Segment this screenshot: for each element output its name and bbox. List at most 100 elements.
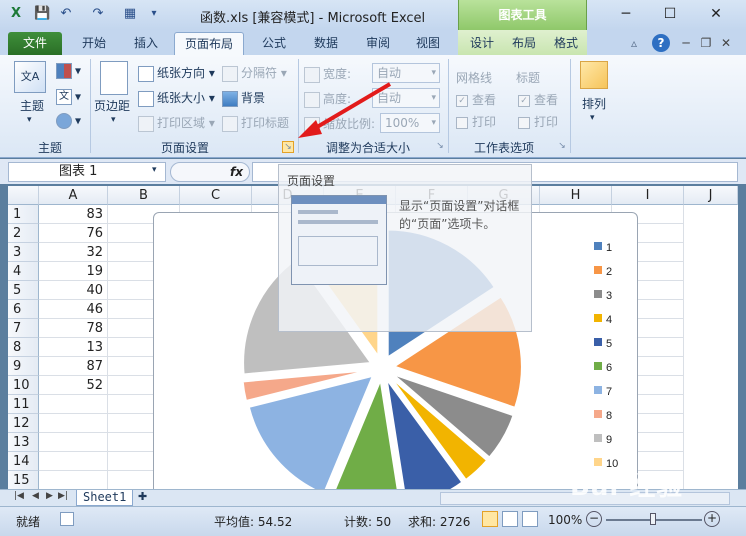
row-header[interactable]: 5: [8, 281, 39, 300]
gridlines-print-checkbox[interactable]: 打印: [456, 113, 496, 130]
tab-formulas[interactable]: 公式: [252, 32, 296, 55]
undo-icon[interactable]: ↶: [58, 6, 74, 22]
customize-qat-icon[interactable]: ▾: [146, 6, 162, 22]
zoom-out-icon[interactable]: −: [586, 511, 602, 527]
cell-a[interactable]: 76: [39, 224, 108, 243]
zoom-level[interactable]: 100%: [548, 513, 582, 527]
column-header[interactable]: B: [108, 186, 180, 205]
macro-record-icon[interactable]: [60, 512, 74, 526]
row-header[interactable]: 4: [8, 262, 39, 281]
background-button[interactable]: 背景: [222, 89, 265, 107]
sheet-nav-next-icon[interactable]: ▶: [46, 491, 53, 501]
cell-a[interactable]: 52: [39, 376, 108, 395]
sheet-options-launcher-icon[interactable]: ↘: [556, 141, 568, 153]
column-header[interactable]: I: [612, 186, 684, 205]
insert-sheet-icon[interactable]: ✚: [138, 490, 147, 503]
column-header[interactable]: J: [684, 186, 738, 205]
themes-icon[interactable]: 文A: [14, 61, 46, 93]
insert-function-button[interactable]: fx: [170, 162, 250, 182]
orientation-button[interactable]: 纸张方向 ▾: [138, 64, 215, 82]
name-box-dropdown-icon[interactable]: ▾: [152, 165, 157, 175]
column-header[interactable]: H: [540, 186, 612, 205]
cell-a[interactable]: 78: [39, 319, 108, 338]
minimize-button[interactable]: ─: [612, 3, 640, 25]
calculator-icon[interactable]: ▦: [122, 6, 138, 22]
redo-icon[interactable]: ↷: [90, 6, 106, 22]
cell-a[interactable]: 46: [39, 300, 108, 319]
zoom-in-icon[interactable]: +: [704, 511, 720, 527]
row-header[interactable]: 11: [8, 395, 39, 414]
headings-view-checkbox[interactable]: ✓ 查看: [518, 91, 558, 108]
window-restore-icon[interactable]: ❐: [698, 32, 714, 55]
cell-a[interactable]: [39, 452, 108, 471]
cell-a[interactable]: [39, 395, 108, 414]
arrange-button[interactable]: 排列: [582, 95, 606, 112]
column-header[interactable]: C: [180, 186, 252, 205]
theme-effects-icon[interactable]: ▾: [56, 113, 81, 129]
row-header[interactable]: 9: [8, 357, 39, 376]
tab-home[interactable]: 开始: [72, 32, 116, 55]
sheet-tab[interactable]: Sheet1: [76, 490, 134, 506]
cell-a[interactable]: 40: [39, 281, 108, 300]
close-button[interactable]: ✕: [702, 3, 730, 25]
name-box[interactable]: 图表 1: [8, 162, 166, 182]
sheet-nav-prev-icon[interactable]: ◀: [32, 491, 39, 501]
window-minimize-icon[interactable]: ─: [678, 32, 694, 55]
row-header[interactable]: 14: [8, 452, 39, 471]
sheet-nav-last-icon[interactable]: ▶|: [58, 491, 68, 501]
row-header[interactable]: 15: [8, 471, 39, 489]
help-icon[interactable]: ?: [652, 34, 670, 52]
row-header[interactable]: 8: [8, 338, 39, 357]
tab-data[interactable]: 数据: [304, 32, 348, 55]
row-header[interactable]: 10: [8, 376, 39, 395]
page-layout-view-icon[interactable]: [502, 511, 518, 527]
maximize-button[interactable]: ☐: [656, 3, 684, 25]
tab-design[interactable]: 设计: [462, 32, 502, 55]
page-break-view-icon[interactable]: [522, 511, 538, 527]
cell-a[interactable]: 87: [39, 357, 108, 376]
save-icon[interactable]: 💾: [34, 6, 50, 22]
theme-colors-icon[interactable]: ▾: [56, 63, 81, 79]
ribbon-collapse-icon[interactable]: ▵: [626, 32, 642, 55]
zoom-slider-thumb[interactable]: [650, 513, 656, 525]
row-header[interactable]: 7: [8, 319, 39, 338]
chart-tools-header: 图表工具: [458, 0, 587, 30]
themes-button[interactable]: 主题: [20, 97, 44, 114]
cell-a[interactable]: 13: [39, 338, 108, 357]
select-all-corner[interactable]: [8, 186, 39, 205]
row-header[interactable]: 2: [8, 224, 39, 243]
row-header[interactable]: 1: [8, 205, 39, 224]
cell-a[interactable]: 32: [39, 243, 108, 262]
row-header[interactable]: 6: [8, 300, 39, 319]
row-header[interactable]: 13: [8, 433, 39, 452]
headings-print-checkbox[interactable]: 打印: [518, 113, 558, 130]
sheet-nav-first-icon[interactable]: |◀: [14, 491, 24, 501]
tab-insert[interactable]: 插入: [124, 32, 168, 55]
margins-button[interactable]: 页边距: [94, 97, 130, 114]
cell-a[interactable]: [39, 433, 108, 452]
cell-a[interactable]: 19: [39, 262, 108, 281]
scale-launcher-icon[interactable]: ↘: [434, 141, 446, 153]
tab-review[interactable]: 审阅: [356, 32, 400, 55]
tab-file[interactable]: 文件: [8, 32, 62, 55]
print-titles-button[interactable]: 打印标题: [222, 114, 289, 132]
arrange-icon[interactable]: [580, 61, 608, 89]
row-header[interactable]: 12: [8, 414, 39, 433]
size-button[interactable]: 纸张大小 ▾: [138, 89, 215, 107]
print-area-button[interactable]: 打印区域 ▾: [138, 114, 215, 132]
cell-a[interactable]: 83: [39, 205, 108, 224]
normal-view-icon[interactable]: [482, 511, 498, 527]
gridlines-view-checkbox[interactable]: ✓ 查看: [456, 91, 496, 108]
margins-icon[interactable]: [100, 61, 128, 95]
tab-chart-layout[interactable]: 布局: [504, 32, 544, 55]
window-close-icon[interactable]: ✕: [718, 32, 734, 55]
row-header[interactable]: 3: [8, 243, 39, 262]
tab-view[interactable]: 视图: [406, 32, 450, 55]
cell-a[interactable]: [39, 414, 108, 433]
cell-a[interactable]: [39, 471, 108, 489]
tab-format[interactable]: 格式: [546, 32, 586, 55]
tab-page-layout[interactable]: 页面布局: [174, 32, 244, 55]
column-header[interactable]: A: [39, 186, 108, 205]
theme-fonts-icon[interactable]: 文 ▾: [56, 89, 81, 105]
breaks-button[interactable]: 分隔符 ▾: [222, 64, 287, 82]
